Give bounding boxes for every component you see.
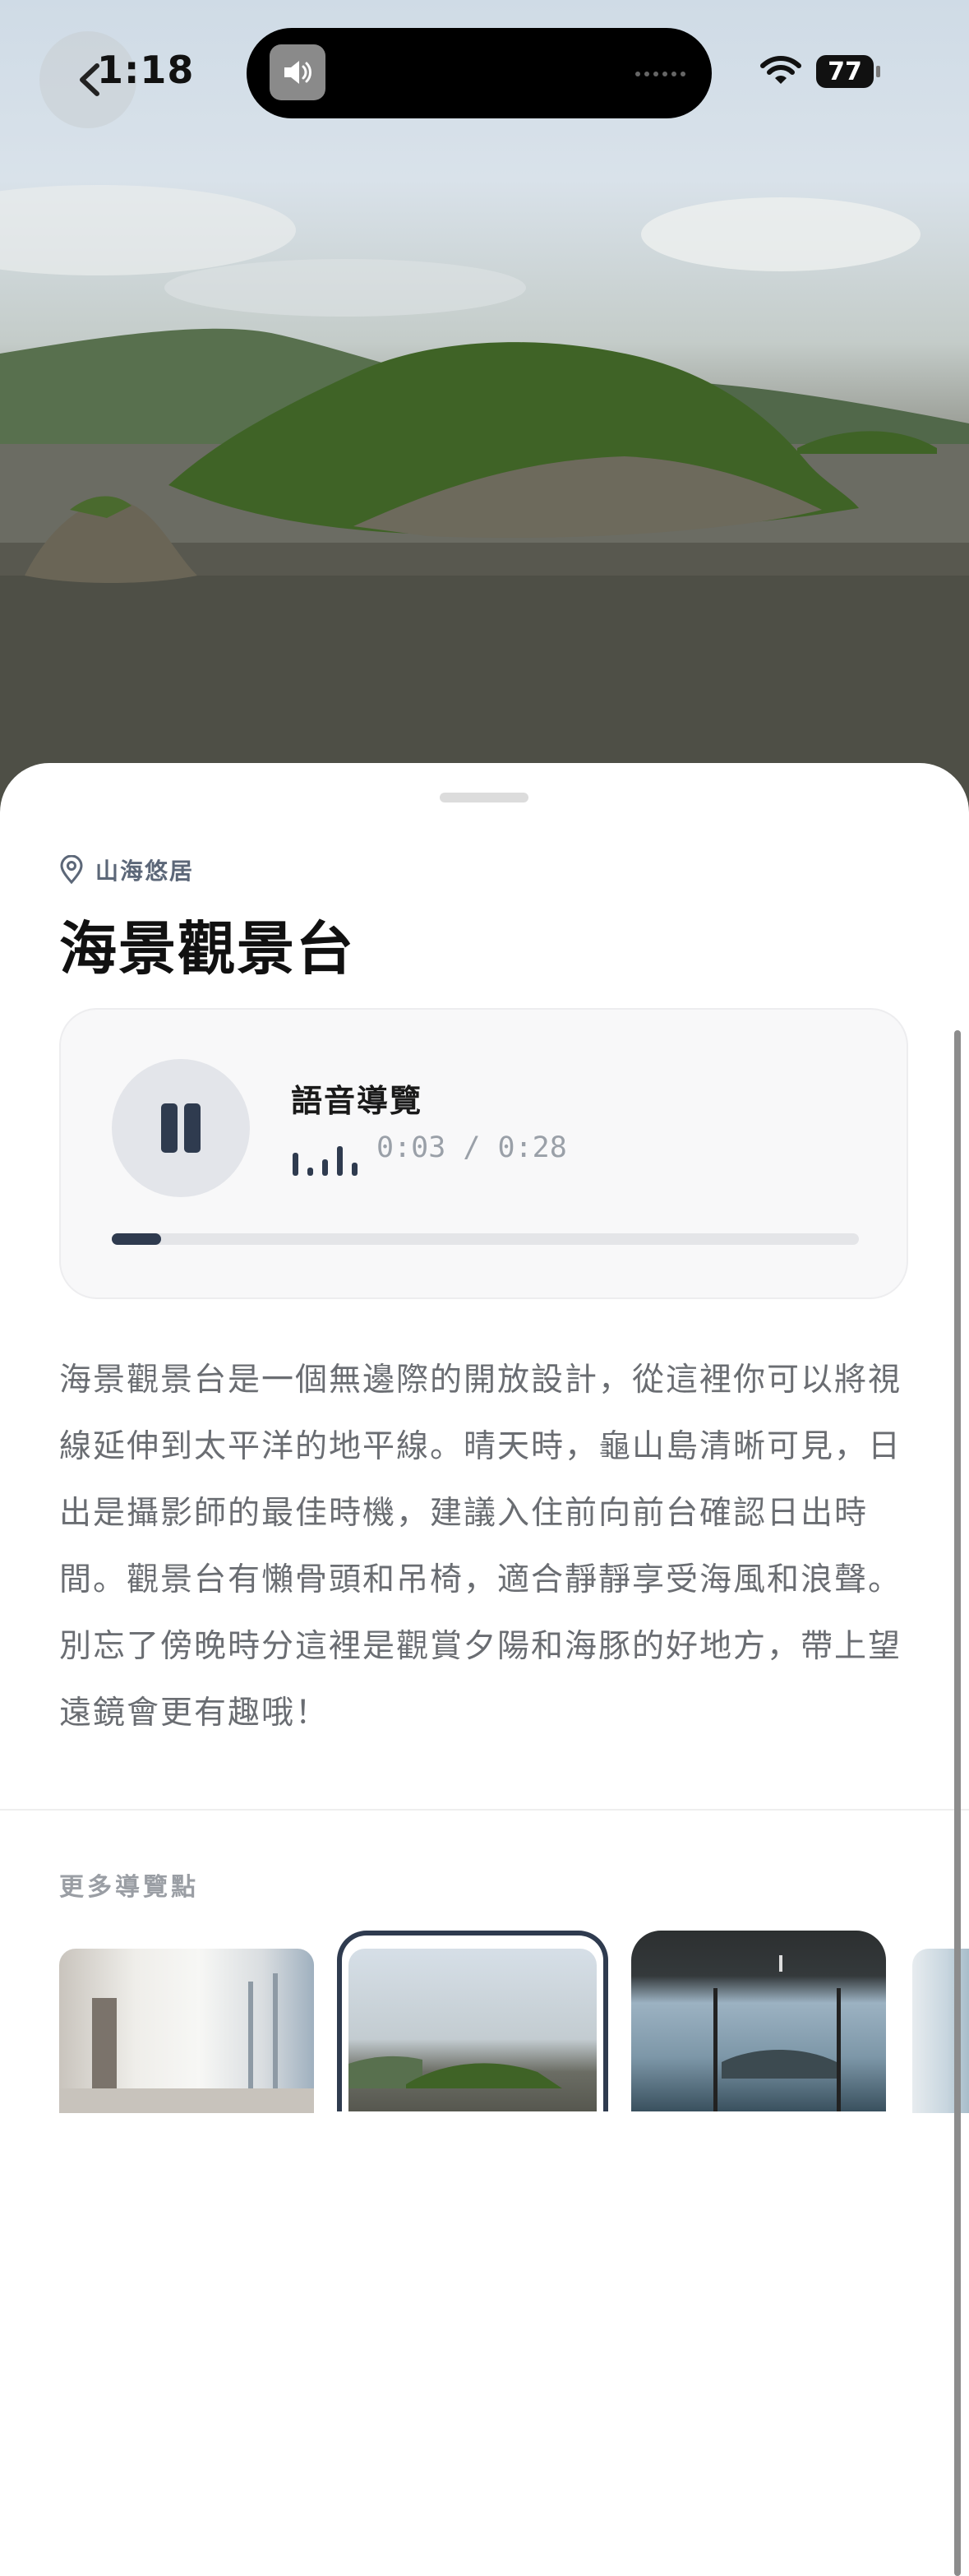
page-title: 海景觀景台: [59, 915, 355, 983]
detail-sheet: 山海悠居 海景觀景台 語音導覽 0:03 / 0:28 海景觀景台是一個無邊際的…: [0, 763, 969, 2576]
pause-button[interactable]: [112, 1059, 250, 1197]
restaurant-photo: [713, 1955, 841, 2111]
location-pin-icon: [60, 855, 83, 885]
sea-view-photo: [348, 2056, 562, 2088]
section-divider: [0, 1809, 969, 1811]
audio-progress-fill: [112, 1233, 161, 1245]
spot-description: 海景觀景台是一個無邊際的開放設計，從這裡你可以將視線延伸到太平洋的地平線。晴天時…: [59, 1362, 902, 1732]
more-spots-heading: 更多導覽點: [59, 1873, 199, 1902]
location-name: 山海悠居: [95, 858, 195, 885]
wifi-icon: [760, 56, 801, 84]
volume-dots-icon: [635, 72, 685, 76]
sheet-grabber[interactable]: [440, 793, 528, 802]
battery-nub: [876, 66, 880, 77]
speaker-icon: [270, 44, 325, 100]
waveform-icon: [293, 1146, 358, 1176]
audio-guide-card: 語音導覽 0:03 / 0:28: [59, 1008, 908, 1299]
dynamic-island: [247, 28, 712, 118]
audio-title: 語音導覽: [291, 1083, 423, 1119]
scroll-indicator[interactable]: [954, 1030, 961, 2576]
hero-photo-ocean-island: [0, 0, 969, 814]
audio-time: 0:03 / 0:28: [376, 1131, 567, 1164]
spot-thumbnail-restaurant[interactable]: [631, 1931, 886, 2111]
audio-progress-bar[interactable]: [112, 1233, 859, 1245]
location-row: 山海悠居: [59, 853, 194, 886]
spot-thumbnail-sea-view-selected[interactable]: [337, 1931, 608, 2111]
lobby-photo: [59, 1973, 314, 2113]
spot-thumbnail-lobby[interactable]: [59, 1949, 314, 2113]
battery-indicator: 77: [816, 55, 874, 88]
hero-landscape-illustration: [0, 185, 969, 814]
status-time: 1:18: [97, 48, 195, 92]
